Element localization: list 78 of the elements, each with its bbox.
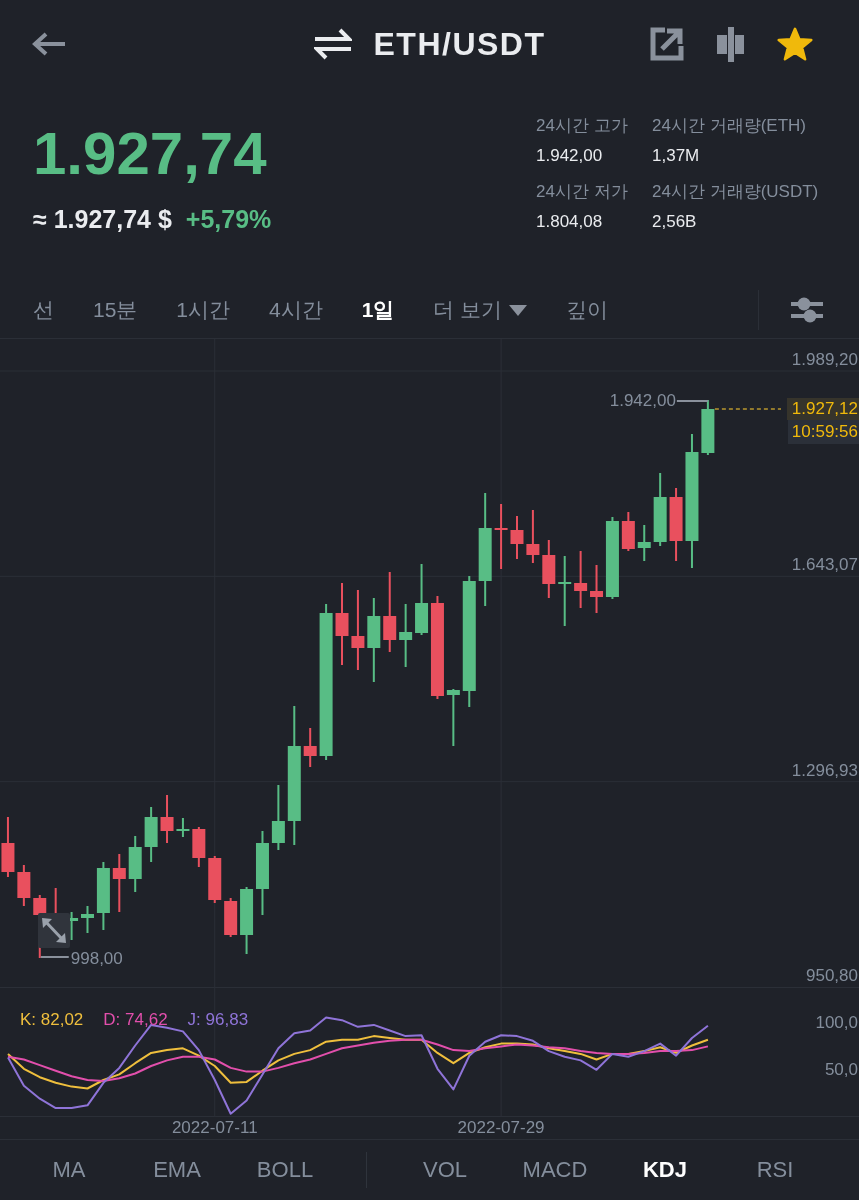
candle xyxy=(17,865,31,906)
diagonal-arrows-icon[interactable] xyxy=(37,913,70,948)
back-icon[interactable] xyxy=(30,31,66,57)
candle xyxy=(621,512,635,551)
countdown-tag: 10:59:56 xyxy=(787,420,859,444)
candle xyxy=(128,836,142,892)
stat-value: 1.942,00 xyxy=(536,145,604,167)
candle xyxy=(160,795,174,843)
indicator-axis-label: 50,0 xyxy=(824,1059,858,1080)
candle xyxy=(240,887,254,954)
date-label: 2022-07-29 xyxy=(457,1117,545,1139)
stat-value: 1,37M xyxy=(652,145,701,167)
indicator-axis-label: 100,0 xyxy=(815,1013,858,1033)
candle xyxy=(701,400,715,455)
candle xyxy=(208,856,222,903)
price-axis-label: 1.296,93 xyxy=(791,760,858,781)
candle xyxy=(542,540,556,598)
leader-line xyxy=(39,956,70,958)
indicator-tab[interactable]: MA xyxy=(15,1155,123,1185)
legend-label: J: 96,83 xyxy=(187,1010,249,1030)
candle xyxy=(446,689,460,746)
swap-icon[interactable] xyxy=(313,28,352,60)
legend-label: K: 82,02 xyxy=(20,1010,84,1030)
indicator-tab[interactable]: EMA xyxy=(123,1155,231,1185)
interval-tab[interactable]: 1시간 xyxy=(176,295,231,325)
pair-title: ETH/USDT xyxy=(373,25,546,64)
interval-tab[interactable]: 1일 xyxy=(361,295,395,325)
stat-label: 24시간 고가 xyxy=(536,115,629,137)
candle xyxy=(1,817,15,877)
settings-icon[interactable] xyxy=(791,297,823,323)
candle xyxy=(510,516,524,559)
share-icon[interactable] xyxy=(650,27,684,61)
stat-value: 2,56B xyxy=(652,211,698,233)
candle xyxy=(112,854,126,912)
date-label: 2022-07-11 xyxy=(171,1117,258,1139)
candle xyxy=(224,898,238,937)
high-price-label: 1.942,00 xyxy=(609,391,676,411)
stat-label: 24시간 저가 xyxy=(536,181,629,203)
more-menu-button[interactable]: 더 보기 xyxy=(433,295,528,325)
last-price: 1.927,74 xyxy=(33,124,268,184)
low-price-label: 998,00 xyxy=(70,949,123,969)
price-line xyxy=(714,408,782,410)
indicator-tab[interactable]: MACD xyxy=(500,1155,610,1185)
candle xyxy=(81,906,94,933)
candle xyxy=(96,862,110,930)
candle xyxy=(526,510,540,563)
caret-icon xyxy=(509,304,528,316)
candle xyxy=(637,525,651,561)
fiat-price: ≈ 1.927,74 $ xyxy=(33,204,172,234)
candle xyxy=(494,504,508,569)
last-price-tag: 1.927,12 xyxy=(786,398,859,420)
candle xyxy=(271,785,285,850)
indicator-tab[interactable]: KDJ xyxy=(610,1155,720,1185)
price-axis-label: 1.643,07 xyxy=(791,555,858,576)
candle xyxy=(303,728,317,767)
stat-value: 1.804,08 xyxy=(536,211,604,233)
indicator-tab[interactable]: RSI xyxy=(720,1155,830,1185)
interval-tab[interactable]: 선 xyxy=(33,295,54,325)
indicator-tab[interactable]: VOL xyxy=(390,1155,500,1185)
interval-tab[interactable]: 15분 xyxy=(93,295,138,325)
interval-tab[interactable]: 4시간 xyxy=(269,295,323,325)
stat-label: 24시간 거래량(ETH) xyxy=(652,115,807,137)
candle xyxy=(192,827,206,867)
candle xyxy=(399,604,413,667)
candle xyxy=(144,807,158,862)
legend-label: D: 74,62 xyxy=(103,1010,168,1030)
leader-line xyxy=(675,400,709,402)
stat-label: 24시간 거래량(USDT) xyxy=(652,181,820,203)
candle xyxy=(558,556,572,626)
candlestick-icon[interactable] xyxy=(714,26,747,62)
price-axis-label: 1.989,20 xyxy=(791,350,858,370)
candle xyxy=(176,818,190,837)
indicator-tab[interactable]: BOLL xyxy=(231,1155,339,1185)
star-icon[interactable] xyxy=(777,26,813,62)
interval-tab[interactable]: 깊이 xyxy=(566,295,609,325)
price-axis-label: 950,80 xyxy=(806,966,858,986)
price-change: +5,79% xyxy=(185,204,272,234)
candle xyxy=(574,551,588,608)
